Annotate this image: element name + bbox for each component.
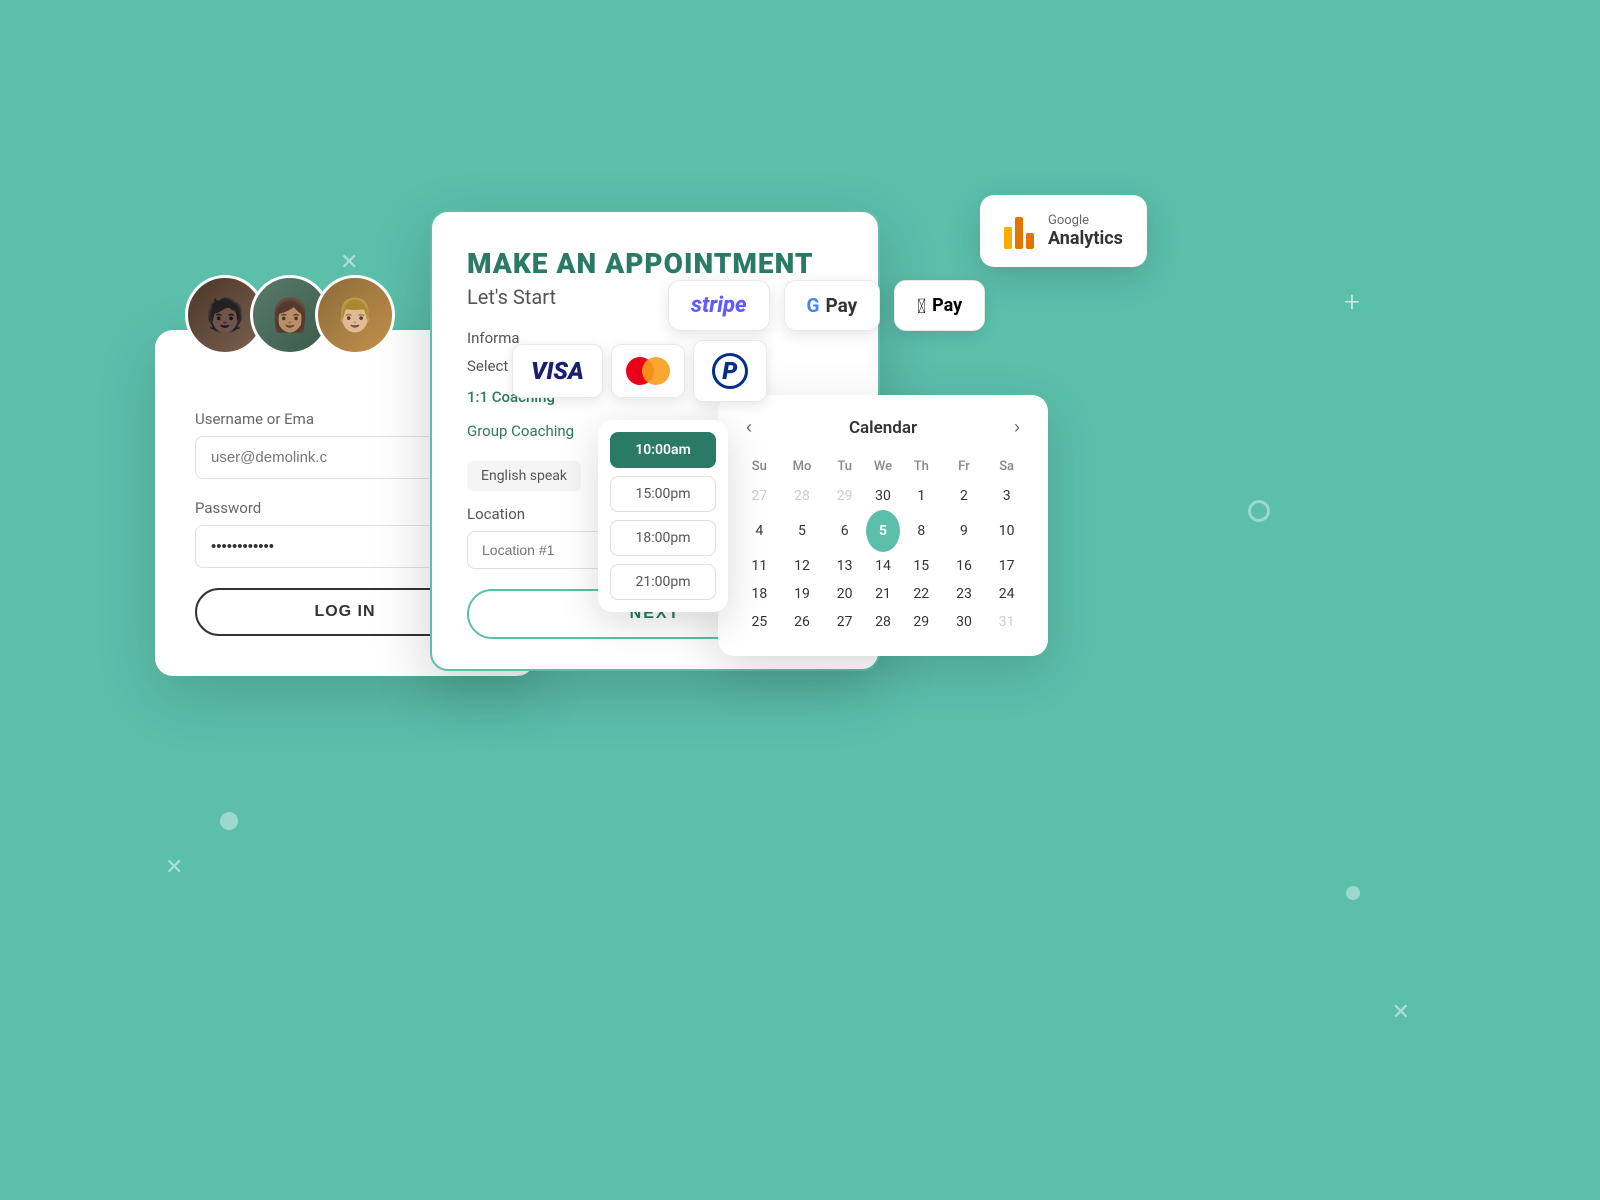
cal-day-12[interactable]: 12 bbox=[781, 552, 824, 580]
plus-icon: + bbox=[1344, 285, 1360, 318]
cal-day-31-next[interactable]: 31 bbox=[985, 608, 1028, 636]
cal-day-19[interactable]: 19 bbox=[781, 580, 824, 608]
language-badge: English speak bbox=[467, 461, 581, 491]
paypal-logo: P bbox=[693, 340, 767, 402]
dot-decor-2 bbox=[1346, 886, 1360, 900]
cal-day-29-prev[interactable]: 29 bbox=[823, 482, 866, 510]
cal-day-30[interactable]: 30 bbox=[866, 482, 900, 510]
google-analytics-card: Google Analytics bbox=[980, 195, 1147, 267]
dot-decor-1 bbox=[220, 812, 238, 830]
appointment-title: MAKE AN APPOINTMENT bbox=[467, 247, 843, 280]
mc-orange-circle bbox=[642, 357, 670, 385]
cal-day-29[interactable]: 29 bbox=[900, 608, 943, 636]
timeslot-2100[interactable]: 21:00pm bbox=[610, 564, 716, 600]
cal-day-30[interactable]: 30 bbox=[943, 608, 986, 636]
cal-day-11[interactable]: 11 bbox=[738, 552, 781, 580]
cal-day-1[interactable]: 1 bbox=[900, 482, 943, 510]
cal-day-23[interactable]: 23 bbox=[943, 580, 986, 608]
avatar-group: 🧑🏿 👩🏽 👨🏼 bbox=[185, 275, 395, 355]
cal-day-27[interactable]: 27 bbox=[823, 608, 866, 636]
cal-day-5[interactable]: 5 bbox=[781, 510, 824, 552]
timeslots-panel: 10:00am 15:00pm 18:00pm 21:00pm bbox=[598, 420, 728, 612]
floating-payment-row: stripe G Pay  Pay bbox=[668, 280, 985, 331]
cal-day-3[interactable]: 3 bbox=[985, 482, 1028, 510]
cal-day-28-prev[interactable]: 28 bbox=[781, 482, 824, 510]
stripe-label: stripe bbox=[691, 293, 747, 318]
calendar-row-1: 27 28 29 30 1 2 3 bbox=[738, 482, 1028, 510]
timeslot-1500[interactable]: 15:00pm bbox=[610, 476, 716, 512]
applepay-pay: Pay bbox=[932, 295, 962, 316]
cal-day-17[interactable]: 17 bbox=[985, 552, 1028, 580]
calendar-row-2: 4 5 6 5 8 9 10 bbox=[738, 510, 1028, 552]
timeslot-1000[interactable]: 10:00am bbox=[610, 432, 716, 468]
calendar-next-button[interactable]: › bbox=[1006, 415, 1028, 440]
cal-day-16[interactable]: 16 bbox=[943, 552, 986, 580]
timeslot-1800[interactable]: 18:00pm bbox=[610, 520, 716, 556]
weekday-mo: Mo bbox=[781, 455, 824, 482]
calendar-row-4: 18 19 20 21 22 23 24 bbox=[738, 580, 1028, 608]
calendar-prev-button[interactable]: ‹ bbox=[738, 415, 760, 440]
calendar-body: 27 28 29 30 1 2 3 4 5 6 5 8 9 10 11 12 1… bbox=[738, 482, 1028, 636]
cal-day-25[interactable]: 25 bbox=[738, 608, 781, 636]
calendar-header: ‹ Calendar › bbox=[738, 415, 1028, 440]
payment-logos-float: VISA P bbox=[512, 340, 767, 402]
apple-icon:  bbox=[917, 294, 926, 318]
avatar-3: 👨🏼 bbox=[315, 275, 395, 355]
gpay-badge[interactable]: G Pay bbox=[784, 280, 881, 331]
ga-name-label: Analytics bbox=[1048, 228, 1123, 249]
calendar-row-5: 25 26 27 28 29 30 31 bbox=[738, 608, 1028, 636]
circle-decor-2 bbox=[1248, 500, 1270, 522]
cal-day-4[interactable]: 4 bbox=[738, 510, 781, 552]
cal-day-10[interactable]: 10 bbox=[985, 510, 1028, 552]
ga-brand-label: Google bbox=[1048, 213, 1123, 228]
calendar-card: ‹ Calendar › Su Mo Tu We Th Fr Sa 27 28 … bbox=[718, 395, 1048, 656]
cal-day-28[interactable]: 28 bbox=[866, 608, 900, 636]
weekday-th: Th bbox=[900, 455, 943, 482]
calendar-title: Calendar bbox=[849, 418, 917, 438]
calendar-row-3: 11 12 13 14 15 16 17 bbox=[738, 552, 1028, 580]
weekday-tu: Tu bbox=[823, 455, 866, 482]
cal-day-13[interactable]: 13 bbox=[823, 552, 866, 580]
visa-text: VISA bbox=[531, 357, 584, 385]
x-icon-tl: ✕ bbox=[340, 250, 358, 275]
cal-day-24[interactable]: 24 bbox=[985, 580, 1028, 608]
cal-day-today[interactable]: 5 bbox=[866, 510, 900, 552]
cal-day-26[interactable]: 26 bbox=[781, 608, 824, 636]
cal-day-2[interactable]: 2 bbox=[943, 482, 986, 510]
weekday-su: Su bbox=[738, 455, 781, 482]
cal-day-27-prev[interactable]: 27 bbox=[738, 482, 781, 510]
calendar-weekdays-row: Su Mo Tu We Th Fr Sa bbox=[738, 455, 1028, 482]
cal-day-14[interactable]: 14 bbox=[866, 552, 900, 580]
x-icon-bl: ✕ bbox=[165, 855, 183, 880]
calendar-grid: Su Mo Tu We Th Fr Sa 27 28 29 30 1 2 3 4… bbox=[738, 455, 1028, 636]
weekday-fr: Fr bbox=[943, 455, 986, 482]
cal-day-9[interactable]: 9 bbox=[943, 510, 986, 552]
applepay-badge[interactable]:  Pay bbox=[894, 280, 985, 331]
cal-day-18[interactable]: 18 bbox=[738, 580, 781, 608]
cal-day-8[interactable]: 8 bbox=[900, 510, 943, 552]
paypal-p-icon: P bbox=[712, 353, 748, 389]
ga-icon bbox=[1004, 214, 1034, 249]
weekday-we: We bbox=[866, 455, 900, 482]
cal-day-22[interactable]: 22 bbox=[900, 580, 943, 608]
cal-day-6[interactable]: 6 bbox=[823, 510, 866, 552]
gpay-g: G bbox=[807, 294, 820, 317]
cal-day-20[interactable]: 20 bbox=[823, 580, 866, 608]
mastercard-logo bbox=[611, 344, 685, 398]
cal-day-15[interactable]: 15 bbox=[900, 552, 943, 580]
weekday-sa: Sa bbox=[985, 455, 1028, 482]
visa-logo: VISA bbox=[512, 344, 603, 398]
gpay-pay: Pay bbox=[826, 294, 858, 317]
cal-day-21[interactable]: 21 bbox=[866, 580, 900, 608]
stripe-badge[interactable]: stripe bbox=[668, 280, 770, 331]
x-icon-br: ✕ bbox=[1392, 1000, 1410, 1025]
